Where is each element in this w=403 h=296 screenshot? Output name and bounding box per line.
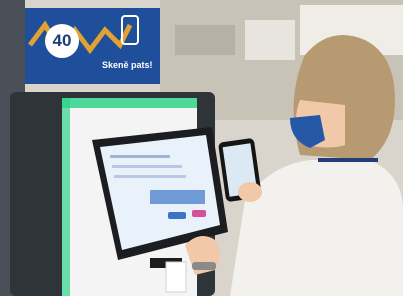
- screen-line: [110, 155, 170, 158]
- shelf-block: [175, 25, 235, 55]
- screen-button: [192, 210, 206, 217]
- kiosk-green-light-top: [62, 98, 197, 108]
- sign-number: 40: [52, 31, 72, 50]
- sign-text: Skenē pats!: [102, 60, 153, 70]
- photo-scene: 40 Skenē pats!: [0, 0, 403, 296]
- wrist-watch: [192, 262, 216, 270]
- screen-line: [112, 165, 182, 168]
- screen-button: [168, 212, 186, 219]
- receipt: [165, 261, 187, 293]
- left-hand: [238, 182, 262, 202]
- screen-line: [114, 175, 186, 178]
- lanyard: [318, 158, 378, 162]
- screen-dialog: [150, 190, 205, 204]
- kiosk-green-light-side: [62, 98, 70, 296]
- shelf-light: [245, 20, 295, 60]
